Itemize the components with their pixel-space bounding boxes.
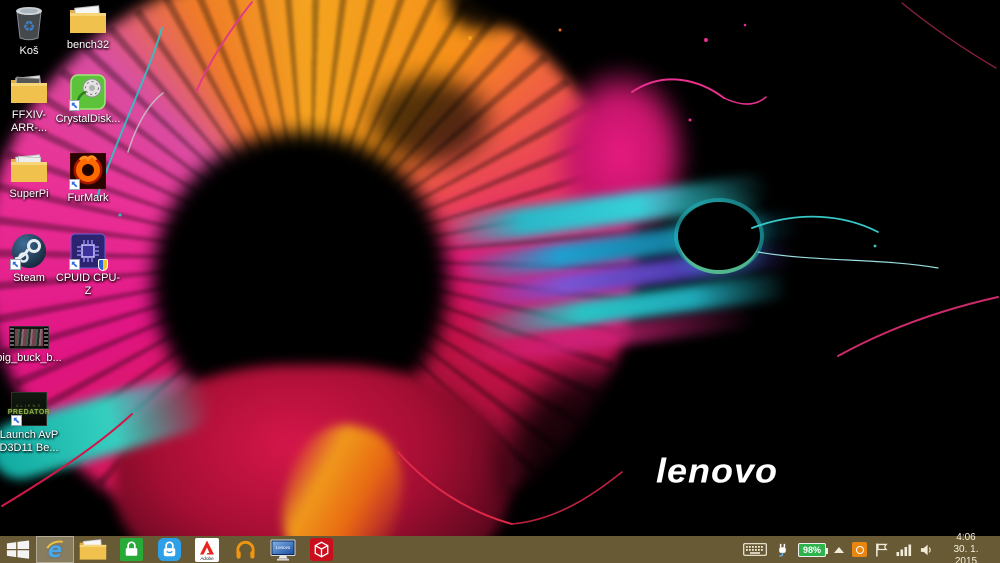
tray-orange-app-icon[interactable] [852, 542, 867, 557]
red-cube-icon [310, 538, 333, 561]
blue-bag-app-icon [158, 538, 181, 561]
svg-text:Adobe: Adobe [200, 556, 214, 561]
power-plug-icon[interactable] [775, 542, 790, 558]
volume-speaker-icon[interactable] [920, 543, 933, 557]
adobe-icon: Adobe [195, 538, 219, 562]
monitor-icon: Lenovo [270, 539, 296, 561]
shortcut-arrow-icon [11, 415, 22, 426]
cpuz-icon [70, 233, 106, 269]
headphones-icon [234, 538, 257, 561]
desktop-icon-label: SuperPi [9, 188, 48, 201]
uac-shield-icon [98, 259, 108, 271]
desktop-icon-big-buck-video[interactable]: big_buck_b... [0, 326, 64, 365]
folder-icon [69, 4, 107, 36]
video-thumbnail-icon [9, 326, 49, 349]
desktop-icon-label: Steam [13, 272, 45, 285]
desktop-icon-furmark[interactable]: FurMark [53, 153, 123, 205]
start-button[interactable] [0, 536, 36, 563]
crystaldiskmark-icon [70, 74, 106, 110]
battery-percentage-indicator[interactable]: 98% [798, 543, 826, 557]
folder-icon [10, 74, 48, 106]
desktop-icon-crystaldiskmark[interactable]: CrystalDisk... [53, 74, 123, 126]
folder-icon [10, 153, 48, 185]
taskbar-file-explorer[interactable] [74, 536, 112, 563]
desktop-icon-label: bench32 [67, 39, 109, 52]
furmark-icon [70, 153, 106, 189]
desktop-icon-cpuz[interactable]: CPUID CPU-Z [53, 233, 123, 298]
desktop-icon-label: Launch AvP D3D11 Be... [0, 429, 64, 455]
desktop-icon-avp-benchmark[interactable]: ALIENS PREDATOR Launch AvP D3D11 Be... [0, 392, 64, 455]
taskbar-clock[interactable]: 4:06 30. 1. 2015 [941, 532, 991, 563]
show-hidden-icons-button[interactable] [834, 547, 844, 553]
desktop-icon-label: big_buck_b... [0, 352, 62, 365]
clock-time: 4:06 [941, 532, 991, 544]
avp-benchmark-icon: ALIENS PREDATOR [11, 392, 47, 426]
taskbar-lenovo-utility[interactable]: Lenovo [264, 536, 302, 563]
internet-explorer-icon: e [48, 538, 62, 562]
wallpaper: lenovo [0, 0, 1000, 536]
shortcut-arrow-icon [69, 179, 80, 190]
taskbar: e [0, 536, 1000, 563]
taskbar-internet-explorer[interactable]: e [36, 536, 74, 563]
taskbar-windows-store[interactable] [112, 536, 150, 563]
desktop-icon-label: CPUID CPU-Z [53, 272, 123, 298]
desktop-icon-label: FurMark [68, 192, 109, 205]
splash-small-hole [678, 202, 760, 270]
taskbar-app-store-blue[interactable] [150, 536, 188, 563]
network-signal-icon[interactable] [896, 543, 912, 556]
taskbar-music-app[interactable] [226, 536, 264, 563]
system-tray: 98% 4:06 30. 1. [743, 536, 1000, 563]
lenovo-logo: lenovo [656, 451, 778, 491]
clock-date: 30. 1. 2015 [941, 544, 991, 563]
taskbar-adobe-reader[interactable]: Adobe [188, 536, 226, 563]
desktop-icon-bench32[interactable]: bench32 [53, 4, 123, 52]
taskbar-benchmark-cube-app[interactable] [302, 536, 340, 563]
touch-keyboard-icon[interactable] [743, 543, 767, 556]
store-icon [120, 538, 143, 561]
svg-text:♻: ♻ [23, 19, 36, 35]
action-center-flag-icon[interactable] [875, 542, 888, 558]
shortcut-arrow-icon [69, 100, 80, 111]
desktop-icon-label: Koš [20, 45, 39, 58]
avp-icon-text: ALIENS [16, 403, 42, 408]
file-explorer-icon [79, 538, 107, 562]
windows-logo-icon [6, 540, 30, 559]
battery-percent-text: 98% [803, 545, 821, 555]
desktop-icon-label: CrystalDisk... [56, 113, 121, 126]
svg-text:Lenovo: Lenovo [276, 545, 291, 550]
desktop-screen: lenovo ♻ Koš bench32 [0, 0, 1000, 563]
recycle-bin-icon: ♻ [12, 4, 46, 42]
steam-icon [11, 233, 47, 269]
splash-dark-patch [372, 78, 487, 163]
shortcut-arrow-icon [10, 259, 21, 270]
shortcut-arrow-icon [69, 259, 80, 270]
